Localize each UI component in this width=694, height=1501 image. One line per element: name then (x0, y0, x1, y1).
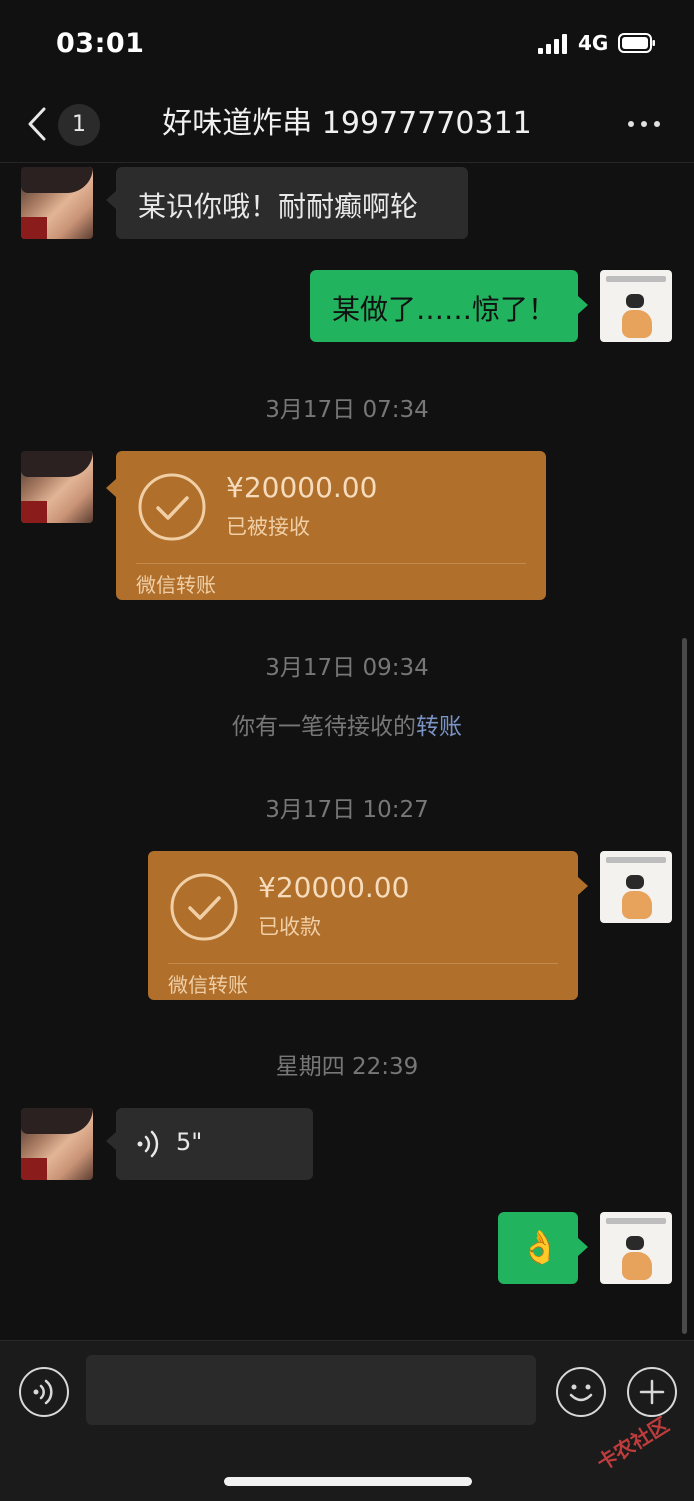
timestamp: 3月17日 09:34 (265, 655, 429, 681)
transfer-brand-label: 微信转账 (136, 573, 216, 597)
voice-message-bubble[interactable]: 5" (106, 1108, 313, 1180)
timestamp: 星期四 22:39 (275, 1054, 419, 1080)
voice-wave-icon (33, 1379, 53, 1405)
status-time: 03:01 (56, 28, 145, 59)
transfer-card[interactable]: ¥20000.00 已被接收 微信转账 (106, 451, 546, 600)
message-input[interactable] (86, 1355, 536, 1425)
card-divider (136, 563, 526, 564)
cellular-signal-icon (538, 34, 567, 54)
voice-wave-icon (137, 1130, 159, 1158)
timestamp: 3月17日 10:27 (265, 797, 429, 823)
my-avatar[interactable] (600, 851, 672, 923)
transfer-brand-label: 微信转账 (168, 973, 248, 997)
transfer-card[interactable]: ¥20000.00 已收款 微信转账 (148, 851, 588, 1000)
voice-duration: 5" (176, 1128, 203, 1156)
contact-avatar[interactable] (21, 167, 93, 239)
checkmark-circle-icon (138, 473, 206, 541)
outgoing-message-bubble[interactable]: 某做了……惊了！ (310, 270, 588, 342)
more-options-icon[interactable] (624, 118, 664, 130)
contact-avatar[interactable] (21, 1108, 93, 1180)
incoming-message-bubble[interactable]: 某识你哦！耐耐癫啊轮 (106, 167, 468, 239)
system-message: 你有一笔待接收的转账 (0, 707, 694, 741)
plus-icon (639, 1379, 665, 1405)
chat-header: 1 好味道炸串 19977770311 (0, 88, 694, 163)
transfer-amount: ¥20000.00 (258, 871, 410, 904)
transfer-status: 已收款 (258, 915, 321, 939)
transfer-amount: ¥20000.00 (226, 471, 378, 504)
chat-title: 好味道炸串 19977770311 (162, 106, 532, 141)
checkmark-circle-icon (170, 873, 238, 941)
system-message-text: 你有一笔待接收的 (232, 714, 416, 740)
my-avatar[interactable] (600, 270, 672, 342)
transfer-status: 已被接收 (226, 515, 310, 539)
network-type: 4G (578, 31, 609, 55)
emoji-button[interactable] (556, 1367, 606, 1417)
back-chevron-icon[interactable] (26, 106, 50, 142)
battery-icon (618, 33, 655, 53)
smiley-face-icon (569, 1384, 593, 1402)
transfer-link[interactable]: 转账 (416, 714, 462, 740)
contact-avatar[interactable] (21, 451, 93, 523)
my-avatar[interactable] (600, 1212, 672, 1284)
more-functions-button[interactable] (627, 1367, 677, 1417)
card-divider (168, 963, 558, 964)
voice-input-toggle[interactable] (19, 1367, 69, 1417)
ok-hand-emoji: 👌 (520, 1228, 560, 1266)
home-indicator[interactable] (224, 1477, 472, 1486)
status-bar: 03:01 4G (0, 0, 694, 88)
message-text: 某做了……惊了！ (332, 293, 557, 326)
outgoing-emoji-bubble[interactable]: 👌 (498, 1212, 588, 1284)
timestamp: 3月17日 07:34 (265, 397, 429, 423)
message-text: 某识你哦！耐耐癫啊轮 (138, 190, 419, 223)
unread-count-badge[interactable]: 1 (58, 104, 100, 146)
chat-scrollbar[interactable] (682, 638, 687, 1334)
